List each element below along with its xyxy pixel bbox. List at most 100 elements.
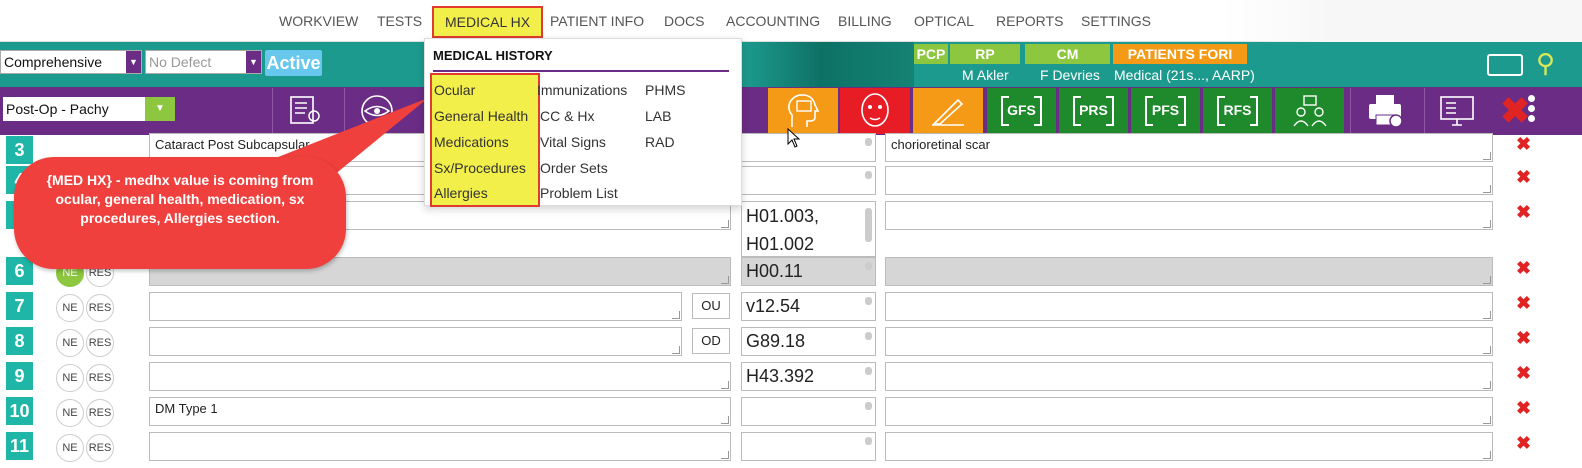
menu-item-order-sets[interactable]: Order Sets: [540, 160, 608, 176]
ne-toggle[interactable]: NE: [56, 329, 84, 357]
ne-toggle[interactable]: NE: [56, 364, 84, 392]
note-field[interactable]: [885, 397, 1493, 426]
nav-patient-info[interactable]: PATIENT INFO: [550, 13, 644, 29]
status-badge[interactable]: Active: [265, 50, 322, 76]
delete-row-icon[interactable]: ✖: [1516, 293, 1531, 314]
row-number: 6: [6, 257, 33, 285]
ne-toggle[interactable]: NE: [56, 399, 84, 427]
nav-medical-hx[interactable]: MEDICAL HX: [432, 6, 544, 38]
chevron-down-icon: ▼: [145, 97, 175, 121]
table-row: 11 NE RES ✖: [0, 429, 1582, 464]
network-icon[interactable]: ⚲: [1536, 48, 1566, 78]
code-field[interactable]: v12.54: [741, 292, 876, 321]
note-field[interactable]: [885, 327, 1493, 356]
eye-select[interactable]: OD: [692, 328, 730, 354]
pfs-label: PFS: [1151, 102, 1180, 118]
patient-header-bar: Comprehensive ▼ No Defect ▼ Active PCP R…: [0, 42, 1582, 87]
delete-row-icon[interactable]: ✖: [1516, 202, 1531, 223]
menu-item-lab[interactable]: LAB: [645, 108, 671, 124]
code-field[interactable]: [741, 133, 876, 162]
menu-item-problem-list[interactable]: Problem List: [540, 185, 618, 201]
res-toggle[interactable]: RES: [86, 434, 114, 462]
menu-item-phms[interactable]: PHMS: [645, 82, 685, 98]
res-toggle[interactable]: RES: [86, 294, 114, 322]
nav-reports[interactable]: REPORTS: [996, 13, 1063, 29]
code-field[interactable]: [741, 166, 876, 195]
note-field[interactable]: [885, 292, 1493, 321]
insurance-name: Medical (21s..., AARP): [1114, 67, 1255, 83]
diagnosis-field[interactable]: DM Type 1: [149, 397, 731, 426]
prs-label: PRS: [1079, 102, 1108, 118]
exam-type-select[interactable]: Comprehensive ▼: [0, 50, 142, 74]
tab-pcp[interactable]: PCP: [914, 44, 948, 64]
menu-item-rad[interactable]: RAD: [645, 134, 675, 150]
nav-accounting[interactable]: ACCOUNTING: [726, 13, 820, 29]
res-toggle[interactable]: RES: [86, 329, 114, 357]
diagnosis-field[interactable]: [149, 362, 731, 391]
note-field[interactable]: [885, 362, 1493, 391]
menu-item-cc-hx[interactable]: CC & Hx: [540, 108, 594, 124]
nav-billing[interactable]: BILLING: [838, 13, 892, 29]
ne-toggle[interactable]: NE: [56, 294, 84, 322]
defect-select[interactable]: No Defect ▼: [145, 50, 262, 74]
tab-patients-forms[interactable]: PATIENTS FORI: [1113, 44, 1247, 64]
scroll-knob-icon: [865, 437, 872, 445]
diagnosis-field[interactable]: [149, 432, 731, 461]
menu-item-ocular[interactable]: Ocular: [434, 82, 475, 98]
note-field[interactable]: [885, 201, 1493, 230]
delete-row-icon[interactable]: ✖: [1516, 398, 1531, 419]
code-field[interactable]: H43.392: [741, 362, 876, 391]
nav-settings[interactable]: SETTINGS: [1081, 13, 1151, 29]
res-toggle[interactable]: RES: [86, 364, 114, 392]
nav-workview[interactable]: WORKVIEW: [279, 13, 358, 29]
menu-item-vital-signs[interactable]: Vital Signs: [540, 134, 606, 150]
ne-toggle[interactable]: NE: [56, 434, 84, 462]
menu-item-medications[interactable]: Medications: [434, 134, 509, 150]
note-field[interactable]: [885, 432, 1493, 461]
scroll-knob-icon: [865, 262, 872, 270]
menu-item-allergies[interactable]: Allergies: [434, 185, 488, 201]
more-options-icon[interactable]: [1528, 95, 1536, 125]
menu-item-immunizations[interactable]: Immunizations: [537, 82, 627, 98]
nav-docs[interactable]: DOCS: [664, 13, 704, 29]
menu-item-general-health[interactable]: General Health: [434, 108, 528, 124]
code-field[interactable]: H01.003, H01.002: [741, 201, 876, 257]
table-row: 10 NE RES DM Type 1 ✖: [0, 394, 1582, 429]
face-icon: [861, 93, 889, 127]
code-field[interactable]: H00.11: [741, 257, 876, 286]
delete-row-icon[interactable]: ✖: [1516, 328, 1531, 349]
blurred-region: [1222, 0, 1582, 42]
close-icon[interactable]: ✖: [1500, 91, 1530, 131]
delete-row-icon[interactable]: ✖: [1516, 167, 1531, 188]
code-field[interactable]: G89.18: [741, 327, 876, 356]
annotation-callout: {MED HX} - medhx value is coming from oc…: [14, 157, 346, 269]
delete-row-icon[interactable]: ✖: [1516, 258, 1531, 279]
visit-type-select[interactable]: Post-Op - Pachy ▼: [3, 97, 175, 121]
delete-row-icon[interactable]: ✖: [1516, 363, 1531, 384]
res-toggle[interactable]: RES: [86, 399, 114, 427]
delete-row-icon[interactable]: ✖: [1516, 433, 1531, 454]
diagnosis-field[interactable]: [149, 327, 682, 356]
diagnosis-field[interactable]: [149, 292, 682, 321]
tab-rp[interactable]: RP: [950, 44, 1020, 64]
delete-row-icon[interactable]: ✖: [1516, 134, 1531, 155]
nav-optical[interactable]: OPTICAL: [914, 13, 974, 29]
scroll-knob-icon: [865, 208, 872, 242]
eye-select[interactable]: OU: [692, 293, 730, 319]
rp-name: F Devries: [1040, 67, 1100, 83]
note-field[interactable]: [885, 166, 1493, 195]
note-field[interactable]: [885, 257, 1493, 286]
printer-icon: [1368, 95, 1403, 128]
card-reader-icon[interactable]: [1487, 54, 1523, 76]
rfs-label: RFS: [1223, 102, 1252, 118]
code-value: v12.54: [746, 296, 801, 316]
nav-tests[interactable]: TESTS: [377, 13, 422, 29]
note-field[interactable]: chorioretinal scar: [885, 133, 1493, 162]
code-field[interactable]: [741, 432, 876, 461]
blurred-patient-name: [744, 42, 914, 87]
code-field[interactable]: [741, 397, 876, 426]
gfs-label: GFS: [1007, 102, 1036, 118]
menu-item-sx-procedures[interactable]: Sx/Procedures: [434, 160, 526, 176]
head-book-icon: [788, 94, 820, 127]
tab-cm[interactable]: CM: [1025, 44, 1110, 64]
